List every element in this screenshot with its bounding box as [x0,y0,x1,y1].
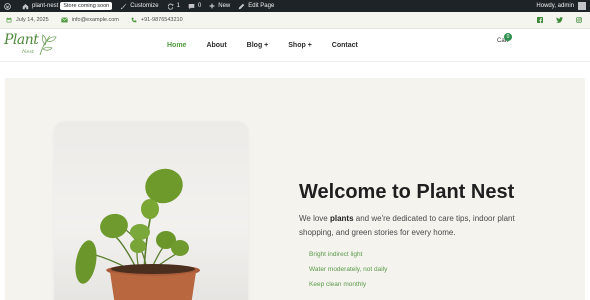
customize-link[interactable]: Customize [116,0,162,12]
updates-count: 1 [176,3,180,9]
date-info: July 14, 2025 [6,17,49,23]
nav-shop[interactable]: Shop + [288,42,312,49]
cart-link[interactable]: Cart 0 [497,33,512,44]
nav-blog[interactable]: Blog + [247,42,269,49]
wp-admin-bar: plant-nest Store coming soon Customize 1… [0,0,590,12]
phone-info[interactable]: +91-9876543210 [131,17,183,23]
facebook-icon[interactable] [537,17,543,23]
home-icon [22,3,29,9]
comment-icon [188,3,195,9]
twitter-icon[interactable] [556,17,563,23]
hero-desc-prefix: We love [299,214,330,223]
avatar [578,2,586,10]
my-account-menu[interactable]: Howdy, admin [536,2,590,10]
hero-section: Welcome to Plant Nest We love plants and… [5,78,585,300]
customize-label: Customize [130,3,159,9]
hero-desc-bold: plants [329,214,354,223]
comments-link[interactable]: 0 [184,0,205,12]
site-name-link[interactable]: plant-nest Store coming soon [18,0,116,12]
list-item: Water moderately, not daily [309,266,388,273]
instagram-icon[interactable] [576,17,582,23]
site-logo[interactable]: Plant Nest [4,32,58,59]
hero-description: We love plants and we're dedicated to ca… [299,212,549,240]
list-item: Keep clean monthly [309,281,367,288]
phone-text: +91-9876543210 [140,17,183,23]
wordpress-icon [4,2,11,10]
howdy-text: Howdy, admin [536,3,574,9]
updates-link[interactable]: 1 [163,0,184,12]
store-coming-soon-badge[interactable]: Store coming soon [60,2,113,10]
new-content-link[interactable]: New [205,0,234,12]
wordpress-logo-button[interactable] [0,0,18,12]
site-header: Plant Nest Home About Blog + Shop + Cont… [0,29,590,62]
paintbrush-icon [121,3,127,9]
edit-page-label: Edit Page [248,3,275,9]
top-info-bar: July 14, 2025 info@example.com +91-98765… [0,12,590,29]
plant-photo [54,122,248,300]
social-links [524,17,590,23]
nav-home[interactable]: Home [167,42,186,49]
care-tips-list: Bright indirect light Water moderately, … [309,250,387,295]
email-text: info@example.com [71,17,119,23]
nav-contact[interactable]: Contact [332,42,358,49]
envelope-icon [60,17,68,23]
hero-title: Welcome to Plant Nest [299,181,515,203]
main-navigation: Home About Blog + Shop + Contact [167,29,378,62]
site-name: plant-nest [32,3,59,9]
comments-count: 0 [197,3,202,9]
email-info[interactable]: info@example.com [60,17,119,23]
cart-count-badge: 0 [504,33,512,41]
leaf-icon [39,34,57,56]
pencil-icon [238,3,245,9]
plus-icon [209,3,215,9]
date-text: July 14, 2025 [16,17,49,23]
logo-title: Plant [4,32,39,48]
potted-plant-image [75,168,200,300]
logo-subtitle: Nest [22,49,34,55]
calendar-icon [6,17,12,23]
edit-page-link[interactable]: Edit Page [234,0,278,12]
new-label: New [218,3,231,9]
list-item: Bright indirect light [309,251,363,258]
phone-icon [131,17,137,23]
nav-about[interactable]: About [206,42,226,49]
updates-icon [167,3,174,10]
